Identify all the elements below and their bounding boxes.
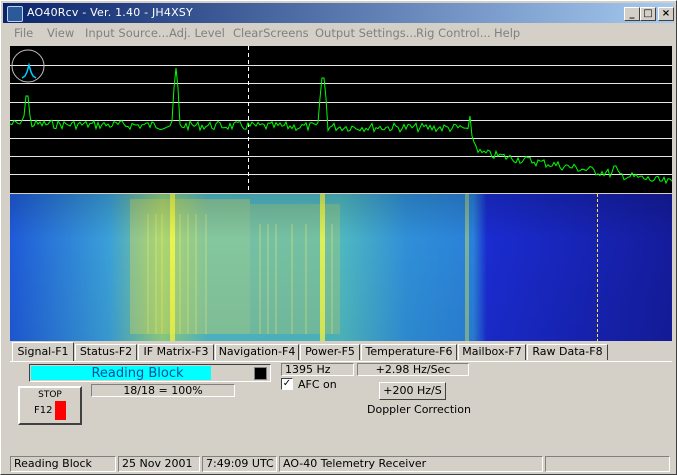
menu-file[interactable]: File: [14, 26, 33, 40]
reading-indicator: [254, 367, 267, 380]
menu-adj-level[interactable]: Adj. Level: [169, 26, 225, 40]
frequency-readout: 1395 Hz: [281, 363, 354, 376]
status-time: 7:49:09 UTC: [202, 456, 277, 472]
main-window: AO40Rcv - Ver. 1.40 - JH4XSY _ □ × File …: [0, 0, 677, 475]
menu-rig-control[interactable]: Rig Control...: [416, 26, 491, 40]
status-state: Reading Block: [10, 456, 116, 472]
waterfall-display[interactable]: [10, 194, 672, 341]
stop-button[interactable]: STOP F12: [18, 386, 82, 425]
menu-output-settings[interactable]: Output Settings...: [315, 26, 417, 40]
doppler-correction-button[interactable]: +200 Hz/S: [379, 382, 446, 400]
tab-status[interactable]: Status-F2: [75, 344, 137, 360]
title-bar[interactable]: AO40Rcv - Ver. 1.40 - JH4XSY _ □ ×: [3, 3, 674, 23]
minimize-button[interactable]: _: [624, 7, 640, 21]
menu-bar: File View Input Source... Adj. Level Cle…: [3, 23, 674, 41]
tab-navigation[interactable]: Navigation-F4: [215, 344, 299, 360]
status-extra: [545, 456, 670, 472]
status-bar: Reading Block 25 Nov 2001 7:49:09 UTC AO…: [3, 455, 674, 473]
spectrum-display[interactable]: [9, 46, 673, 193]
stop-button-label: STOP: [38, 390, 62, 400]
menu-input-source[interactable]: Input Source...: [85, 26, 169, 40]
stop-button-key: F12: [34, 405, 53, 416]
tab-if-matrix[interactable]: IF Matrix-F3: [138, 344, 214, 360]
window-title: AO40Rcv - Ver. 1.40 - JH4XSY: [27, 6, 193, 19]
tab-raw-data[interactable]: Raw Data-F8: [527, 344, 608, 360]
menu-help[interactable]: Help: [494, 26, 520, 40]
close-button[interactable]: ×: [658, 7, 674, 21]
afc-label: AFC on: [298, 378, 337, 391]
app-icon[interactable]: [7, 6, 23, 22]
tab-strip: Signal-F1 Status-F2 IF Matrix-F3 Navigat…: [10, 342, 672, 361]
status-app-name: AO-40 Telemetry Receiver: [279, 456, 543, 472]
tab-signal[interactable]: Signal-F1: [12, 342, 74, 361]
menu-clear-screens[interactable]: ClearScreens: [233, 26, 309, 40]
status-date: 25 Nov 2001: [118, 456, 200, 472]
reading-status-bar: Reading Block: [29, 364, 271, 382]
tab-panel-border: [10, 361, 672, 362]
reading-status-text: Reading Block: [91, 366, 184, 381]
afc-checkbox[interactable]: ✓: [281, 378, 293, 390]
stop-indicator: [55, 401, 66, 420]
doppler-label: Doppler Correction: [367, 403, 471, 416]
drift-rate-readout: +2.98 Hz/Sec: [357, 363, 469, 376]
tab-temperature[interactable]: Temperature-F6: [361, 344, 457, 360]
spectrum-graph: [9, 46, 673, 193]
block-progress: 18/18 = 100%: [91, 384, 235, 397]
waterfall-graph: [10, 194, 672, 341]
tab-mailbox[interactable]: Mailbox-F7: [458, 344, 526, 360]
maximize-button[interactable]: □: [640, 7, 656, 21]
tab-power[interactable]: Power-F5: [300, 344, 360, 360]
menu-view[interactable]: View: [47, 26, 74, 40]
